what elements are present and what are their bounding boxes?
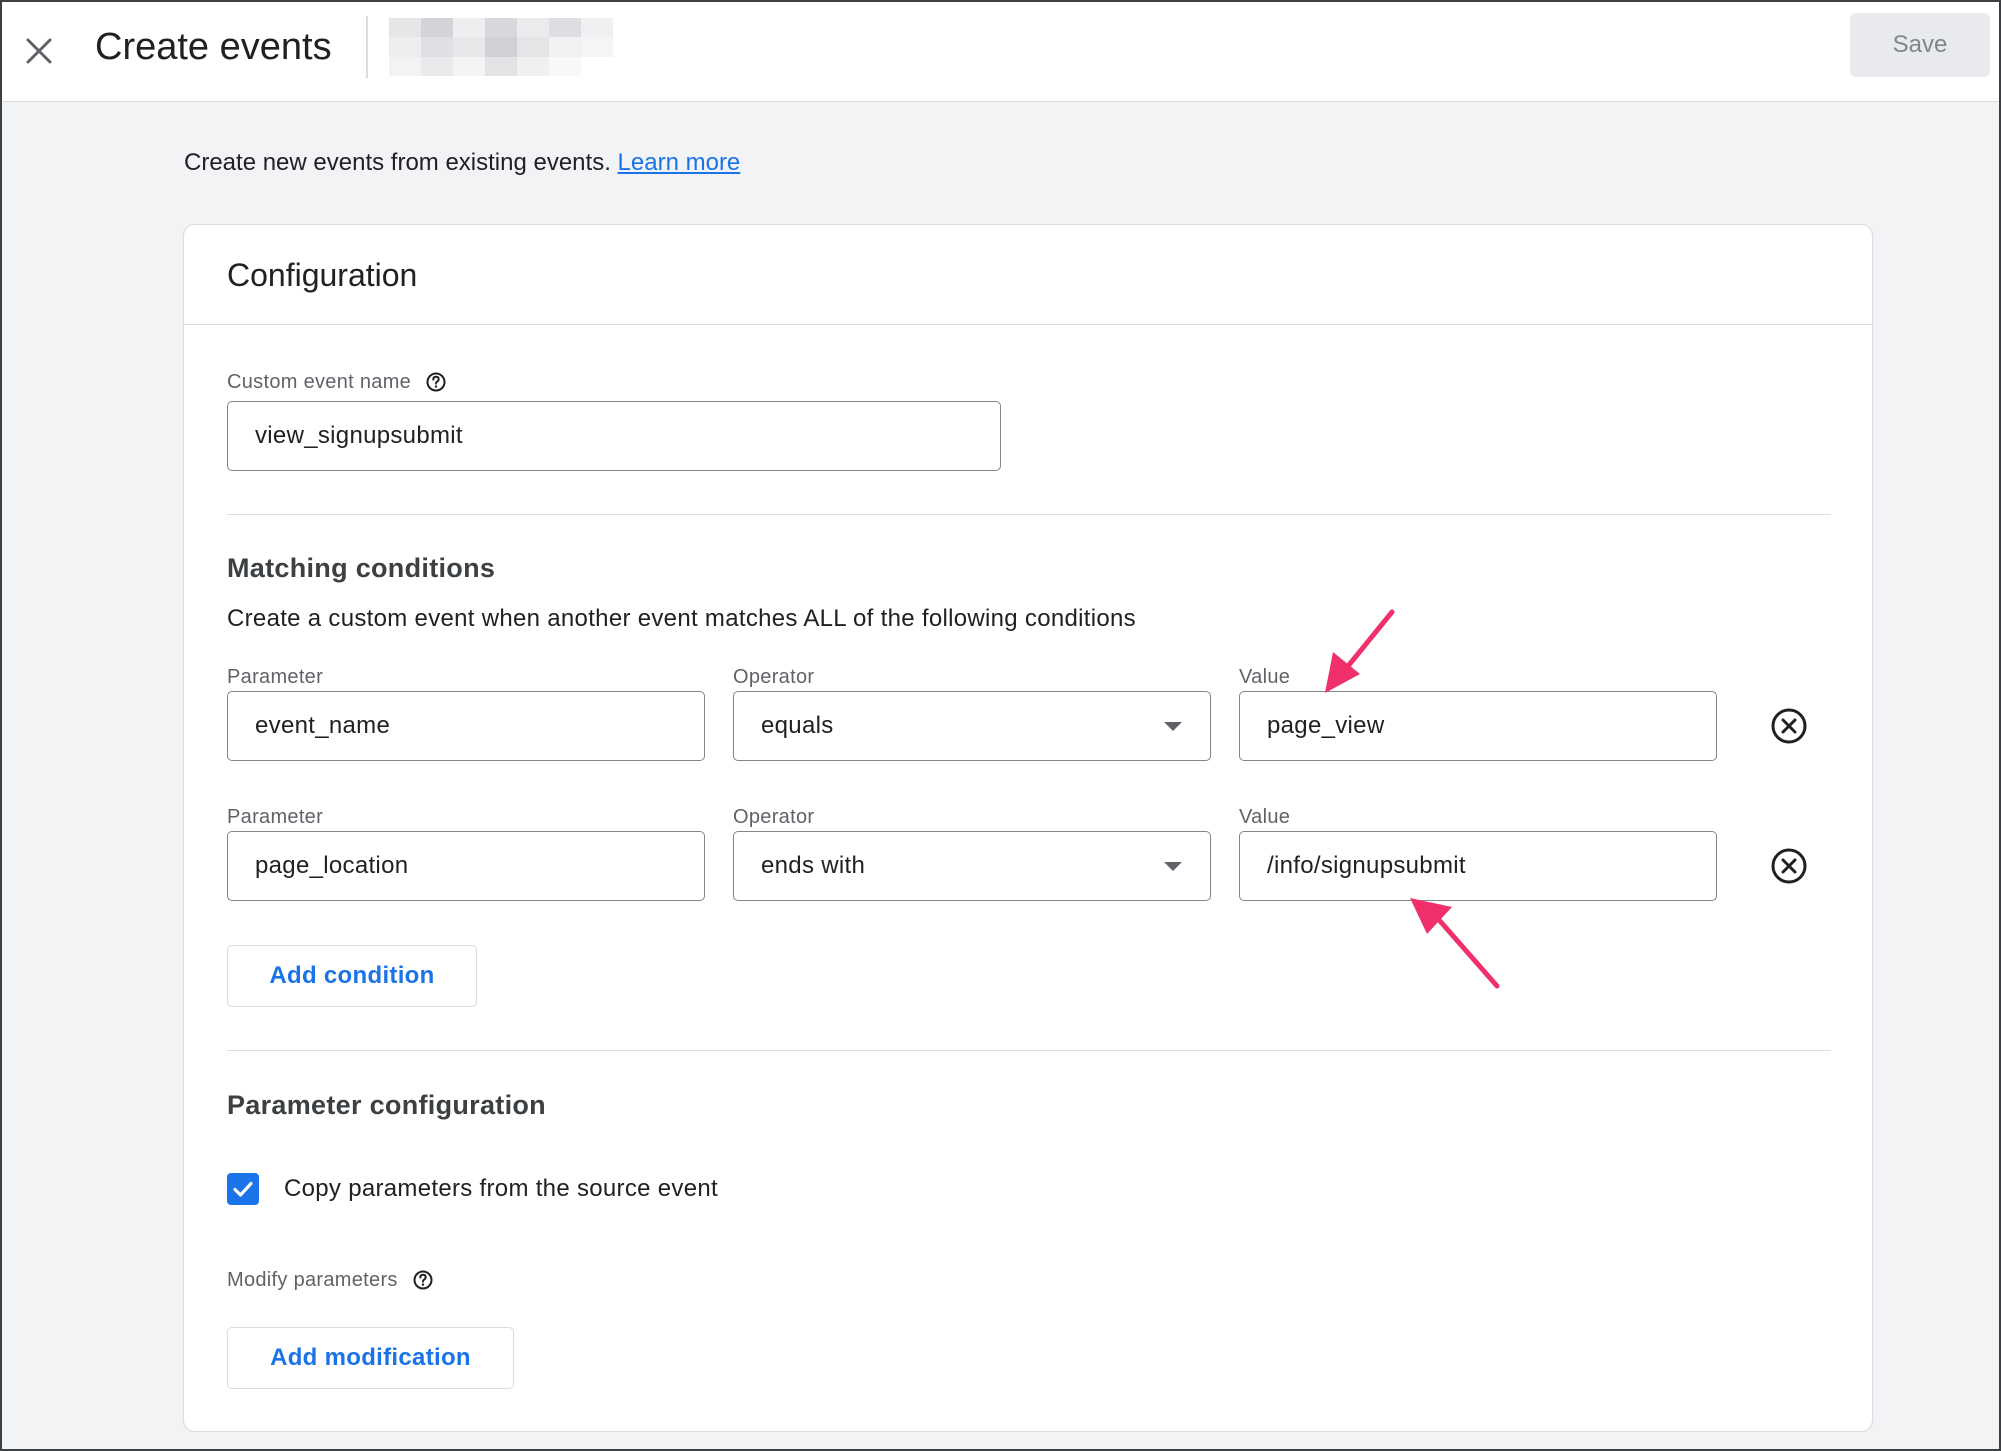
operator-value: ends with xyxy=(761,852,866,879)
value-input[interactable]: page_view xyxy=(1239,691,1717,761)
parameter-input[interactable]: event_name xyxy=(227,691,705,761)
card-header: Configuration xyxy=(184,225,1872,325)
modify-parameters-label-text: Modify parameters xyxy=(227,1269,398,1291)
title-divider xyxy=(366,16,368,78)
parameter-value: page_location xyxy=(255,852,409,879)
remove-condition-button[interactable] xyxy=(1767,844,1811,888)
copy-parameters-checkbox[interactable] xyxy=(227,1173,259,1205)
custom-event-name-value: view_signupsubmit xyxy=(255,422,463,449)
caret-down-icon xyxy=(1164,721,1182,731)
value-input[interactable]: /info/signupsubmit xyxy=(1239,831,1717,901)
close-button[interactable] xyxy=(12,24,66,78)
help-icon[interactable] xyxy=(425,371,447,393)
value-text: page_view xyxy=(1267,712,1385,739)
section-divider xyxy=(227,514,1831,515)
parameter-label: Parameter xyxy=(227,806,324,828)
parameter-label: Parameter xyxy=(227,666,324,688)
modify-parameters-label: Modify parameters xyxy=(227,1267,434,1293)
custom-event-name-label-text: Custom event name xyxy=(227,371,412,393)
save-button[interactable]: Save xyxy=(1850,13,1990,77)
help-icon[interactable] xyxy=(412,1269,434,1291)
matching-conditions-description: Create a custom event when another event… xyxy=(227,605,1136,632)
configuration-card: Configuration Custom event name view_sig… xyxy=(183,224,1873,1432)
operator-select[interactable]: equals xyxy=(733,691,1211,761)
remove-condition-button[interactable] xyxy=(1767,704,1811,748)
add-condition-button[interactable]: Add condition xyxy=(227,945,477,1007)
parameter-configuration-title: Parameter configuration xyxy=(227,1090,546,1120)
learn-more-link[interactable]: Learn more xyxy=(618,149,741,176)
operator-value: equals xyxy=(761,712,834,739)
check-icon xyxy=(233,1181,253,1197)
matching-conditions-title: Matching conditions xyxy=(227,553,496,583)
copy-parameters-label: Copy parameters from the source event xyxy=(284,1175,718,1202)
intro-description: Create new events from existing events. xyxy=(184,149,611,176)
intro-text: Create new events from existing events. … xyxy=(184,146,740,180)
value-label: Value xyxy=(1239,666,1291,688)
page-title: Create events xyxy=(95,26,332,68)
remove-circle-icon xyxy=(1771,708,1807,744)
operator-select[interactable]: ends with xyxy=(733,831,1211,901)
operator-label: Operator xyxy=(733,806,815,828)
caret-down-icon xyxy=(1164,861,1182,871)
redacted-property-name xyxy=(389,18,613,76)
custom-event-name-input[interactable]: view_signupsubmit xyxy=(227,401,1001,471)
section-divider xyxy=(227,1050,1831,1051)
close-icon xyxy=(26,38,52,64)
card-title: Configuration xyxy=(227,257,418,293)
remove-circle-icon xyxy=(1771,848,1807,884)
top-app-bar: Create events Save xyxy=(0,0,2001,102)
parameter-value: event_name xyxy=(255,712,391,739)
parameter-input[interactable]: page_location xyxy=(227,831,705,901)
custom-event-name-label: Custom event name xyxy=(227,369,447,395)
value-text: /info/signupsubmit xyxy=(1267,852,1466,879)
add-modification-button[interactable]: Add modification xyxy=(227,1327,514,1389)
value-label: Value xyxy=(1239,806,1291,828)
operator-label: Operator xyxy=(733,666,815,688)
